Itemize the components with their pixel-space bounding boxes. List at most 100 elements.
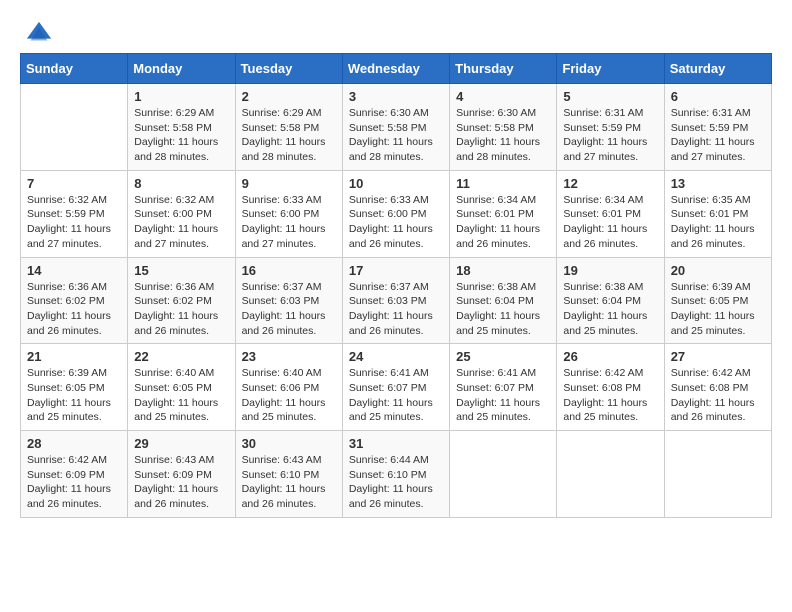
calendar-cell: 21 Sunrise: 6:39 AMSunset: 6:05 PMDayligh… [21,344,128,431]
calendar-cell: 17 Sunrise: 6:37 AMSunset: 6:03 PMDayligh… [342,257,449,344]
calendar-week-row: 28 Sunrise: 6:42 AMSunset: 6:09 PMDayligh… [21,431,772,518]
day-number: 12 [563,176,657,191]
calendar-cell: 28 Sunrise: 6:42 AMSunset: 6:09 PMDayligh… [21,431,128,518]
day-number: 16 [242,263,336,278]
calendar-cell: 22Sunrise: 6:40 AMSunset: 6:05 PMDayligh… [128,344,235,431]
calendar-cell [557,431,664,518]
day-info: Sunrise: 6:34 AMSunset: 6:01 PMDaylight:… [563,193,657,252]
calendar-cell: 16 Sunrise: 6:37 AMSunset: 6:03 PMDayligh… [235,257,342,344]
calendar-cell: 12 Sunrise: 6:34 AMSunset: 6:01 PMDayligh… [557,170,664,257]
calendar-cell: 11 Sunrise: 6:34 AMSunset: 6:01 PMDayligh… [450,170,557,257]
day-number: 31 [349,436,443,451]
day-of-week-header: Monday [128,54,235,84]
day-number: 11 [456,176,550,191]
calendar-cell: 20 Sunrise: 6:39 AMSunset: 6:05 PMDayligh… [664,257,771,344]
day-number: 19 [563,263,657,278]
day-number: 1 [134,89,228,104]
calendar-cell [664,431,771,518]
day-info: Sunrise: 6:41 AMSunset: 6:07 PMDaylight:… [349,366,443,425]
day-of-week-header: Friday [557,54,664,84]
day-number: 24 [349,349,443,364]
logo [25,20,57,48]
day-info: Sunrise: 6:39 AMSunset: 6:05 PMDaylight:… [27,366,121,425]
day-of-week-header: Wednesday [342,54,449,84]
day-info: Sunrise: 6:38 AMSunset: 6:04 PMDaylight:… [563,280,657,339]
day-info: Sunrise: 6:29 AMSunset: 5:58 PMDaylight:… [134,106,228,165]
day-number: 30 [242,436,336,451]
day-number: 14 [27,263,121,278]
calendar-cell: 19 Sunrise: 6:38 AMSunset: 6:04 PMDayligh… [557,257,664,344]
day-number: 26 [563,349,657,364]
day-info: Sunrise: 6:32 AMSunset: 6:00 PMDaylight:… [134,193,228,252]
day-info: Sunrise: 6:34 AMSunset: 6:01 PMDaylight:… [456,193,550,252]
page-header [10,10,782,53]
day-info: Sunrise: 6:39 AMSunset: 6:05 PMDaylight:… [671,280,765,339]
day-info: Sunrise: 6:41 AMSunset: 6:07 PMDaylight:… [456,366,550,425]
day-of-week-header: Tuesday [235,54,342,84]
day-number: 15 [134,263,228,278]
calendar-cell: 15Sunrise: 6:36 AMSunset: 6:02 PMDayligh… [128,257,235,344]
day-number: 9 [242,176,336,191]
day-number: 13 [671,176,765,191]
day-number: 18 [456,263,550,278]
day-info: Sunrise: 6:36 AMSunset: 6:02 PMDaylight:… [27,280,121,339]
day-info: Sunrise: 6:30 AMSunset: 5:58 PMDaylight:… [349,106,443,165]
day-info: Sunrise: 6:32 AMSunset: 5:59 PMDaylight:… [27,193,121,252]
calendar-cell: 30 Sunrise: 6:43 AMSunset: 6:10 PMDayligh… [235,431,342,518]
day-of-week-header: Sunday [21,54,128,84]
day-info: Sunrise: 6:31 AMSunset: 5:59 PMDaylight:… [671,106,765,165]
calendar-cell: 6 Sunrise: 6:31 AMSunset: 5:59 PMDaylight… [664,84,771,171]
day-info: Sunrise: 6:43 AMSunset: 6:09 PMDaylight:… [134,453,228,512]
day-number: 8 [134,176,228,191]
calendar-cell: 7 Sunrise: 6:32 AMSunset: 5:59 PMDaylight… [21,170,128,257]
calendar-week-row: 21 Sunrise: 6:39 AMSunset: 6:05 PMDayligh… [21,344,772,431]
day-info: Sunrise: 6:33 AMSunset: 6:00 PMDaylight:… [242,193,336,252]
day-number: 23 [242,349,336,364]
day-number: 2 [242,89,336,104]
day-number: 21 [27,349,121,364]
day-number: 3 [349,89,443,104]
day-info: Sunrise: 6:42 AMSunset: 6:08 PMDaylight:… [563,366,657,425]
day-info: Sunrise: 6:43 AMSunset: 6:10 PMDaylight:… [242,453,336,512]
calendar-cell [21,84,128,171]
day-number: 4 [456,89,550,104]
day-info: Sunrise: 6:31 AMSunset: 5:59 PMDaylight:… [563,106,657,165]
calendar-table: SundayMondayTuesdayWednesdayThursdayFrid… [20,53,772,518]
calendar-cell: 18 Sunrise: 6:38 AMSunset: 6:04 PMDayligh… [450,257,557,344]
day-info: Sunrise: 6:35 AMSunset: 6:01 PMDaylight:… [671,193,765,252]
day-info: Sunrise: 6:37 AMSunset: 6:03 PMDaylight:… [242,280,336,339]
day-info: Sunrise: 6:33 AMSunset: 6:00 PMDaylight:… [349,193,443,252]
day-number: 7 [27,176,121,191]
calendar-cell: 14 Sunrise: 6:36 AMSunset: 6:02 PMDayligh… [21,257,128,344]
day-info: Sunrise: 6:40 AMSunset: 6:06 PMDaylight:… [242,366,336,425]
calendar-cell [450,431,557,518]
calendar-cell: 23 Sunrise: 6:40 AMSunset: 6:06 PMDayligh… [235,344,342,431]
day-number: 29 [134,436,228,451]
calendar-cell: 26 Sunrise: 6:42 AMSunset: 6:08 PMDayligh… [557,344,664,431]
day-info: Sunrise: 6:38 AMSunset: 6:04 PMDaylight:… [456,280,550,339]
day-info: Sunrise: 6:30 AMSunset: 5:58 PMDaylight:… [456,106,550,165]
calendar-cell: 2Sunrise: 6:29 AMSunset: 5:58 PMDaylight… [235,84,342,171]
day-number: 17 [349,263,443,278]
days-of-week-row: SundayMondayTuesdayWednesdayThursdayFrid… [21,54,772,84]
calendar-cell: 9 Sunrise: 6:33 AMSunset: 6:00 PMDaylight… [235,170,342,257]
day-info: Sunrise: 6:40 AMSunset: 6:05 PMDaylight:… [134,366,228,425]
day-info: Sunrise: 6:42 AMSunset: 6:09 PMDaylight:… [27,453,121,512]
calendar-cell: 8 Sunrise: 6:32 AMSunset: 6:00 PMDaylight… [128,170,235,257]
day-number: 5 [563,89,657,104]
day-number: 27 [671,349,765,364]
day-number: 20 [671,263,765,278]
calendar-cell: 3 Sunrise: 6:30 AMSunset: 5:58 PMDaylight… [342,84,449,171]
calendar-cell: 31Sunrise: 6:44 AMSunset: 6:10 PMDayligh… [342,431,449,518]
day-number: 28 [27,436,121,451]
calendar-week-row: 7 Sunrise: 6:32 AMSunset: 5:59 PMDaylight… [21,170,772,257]
calendar-week-row: 14 Sunrise: 6:36 AMSunset: 6:02 PMDayligh… [21,257,772,344]
day-number: 25 [456,349,550,364]
day-number: 10 [349,176,443,191]
day-info: Sunrise: 6:37 AMSunset: 6:03 PMDaylight:… [349,280,443,339]
calendar-cell: 24 Sunrise: 6:41 AMSunset: 6:07 PMDayligh… [342,344,449,431]
calendar-cell: 10 Sunrise: 6:33 AMSunset: 6:00 PMDayligh… [342,170,449,257]
calendar-header: SundayMondayTuesdayWednesdayThursdayFrid… [21,54,772,84]
day-number: 6 [671,89,765,104]
calendar-cell: 5 Sunrise: 6:31 AMSunset: 5:59 PMDaylight… [557,84,664,171]
